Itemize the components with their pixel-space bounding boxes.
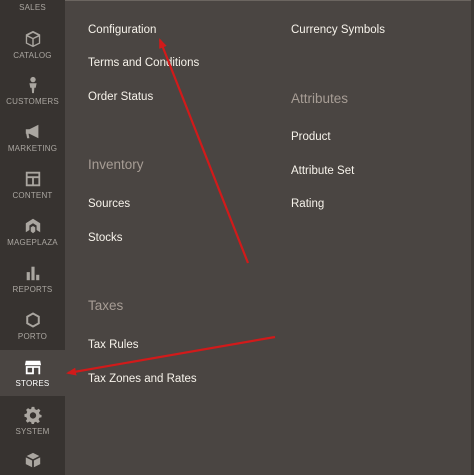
nav-marketing-label: MARKETING bbox=[7, 144, 58, 153]
nav-content[interactable]: CONTENT bbox=[0, 162, 65, 208]
bar-chart-icon bbox=[24, 264, 42, 282]
heading-attributes: Attributes bbox=[291, 91, 349, 106]
nav-reports[interactable]: REPORTS bbox=[0, 256, 65, 302]
storefront-icon bbox=[24, 358, 42, 376]
link-order-status[interactable]: Order Status bbox=[88, 91, 153, 103]
stores-flyout-panel: Configuration Terms and Conditions Order… bbox=[65, 0, 474, 475]
megaphone-icon bbox=[24, 123, 42, 141]
nav-marketing[interactable]: MARKETING bbox=[0, 115, 65, 161]
nav-porto[interactable]: PORTO bbox=[0, 303, 65, 349]
boxes-icon bbox=[24, 452, 42, 470]
person-icon bbox=[24, 76, 42, 94]
nav-catalog[interactable]: CATALOG bbox=[0, 22, 65, 68]
link-tax-rules[interactable]: Tax Rules bbox=[88, 339, 139, 351]
nav-customers[interactable]: CUSTOMERS bbox=[0, 68, 65, 114]
link-product[interactable]: Product bbox=[291, 131, 331, 143]
nav-sales[interactable]: SALES bbox=[0, 0, 65, 16]
nav-mageplaza[interactable]: MAGEPLAZA bbox=[0, 209, 65, 255]
nav-system[interactable]: SYSTEM bbox=[0, 398, 65, 444]
layout-icon bbox=[24, 170, 42, 188]
link-sources[interactable]: Sources bbox=[88, 198, 130, 210]
link-stocks[interactable]: Stocks bbox=[88, 232, 123, 244]
hexagon-icon bbox=[24, 311, 42, 329]
nav-stores-label: STORES bbox=[15, 379, 50, 388]
nav-extensions[interactable] bbox=[0, 448, 65, 475]
link-tax-zones-and-rates[interactable]: Tax Zones and Rates bbox=[88, 373, 197, 385]
nav-stores[interactable]: STORES bbox=[0, 350, 65, 396]
panel-top-divider bbox=[65, 0, 474, 1]
cube-icon bbox=[24, 30, 42, 48]
heading-taxes: Taxes bbox=[88, 298, 124, 313]
gear-icon bbox=[23, 406, 42, 424]
link-attribute-set[interactable]: Attribute Set bbox=[291, 165, 354, 177]
nav-catalog-label: CATALOG bbox=[13, 51, 52, 60]
link-rating[interactable]: Rating bbox=[291, 198, 324, 210]
nav-mageplaza-label: MAGEPLAZA bbox=[7, 238, 58, 247]
nav-porto-label: PORTO bbox=[17, 332, 48, 341]
link-terms-and-conditions[interactable]: Terms and Conditions bbox=[88, 57, 199, 69]
nav-reports-label: REPORTS bbox=[12, 285, 53, 294]
nav-system-label: SYSTEM bbox=[15, 427, 50, 436]
nav-content-label: CONTENT bbox=[12, 191, 53, 200]
heading-inventory: Inventory bbox=[88, 157, 144, 172]
link-currency-symbols[interactable]: Currency Symbols bbox=[291, 24, 385, 36]
mageplaza-icon bbox=[24, 217, 42, 235]
admin-sidebar: SALES CATALOG CUSTOMERS MARKETING CONTEN… bbox=[0, 0, 65, 475]
link-configuration[interactable]: Configuration bbox=[88, 24, 156, 36]
nav-customers-label: CUSTOMERS bbox=[6, 97, 59, 106]
nav-sales-label: SALES bbox=[19, 2, 46, 12]
